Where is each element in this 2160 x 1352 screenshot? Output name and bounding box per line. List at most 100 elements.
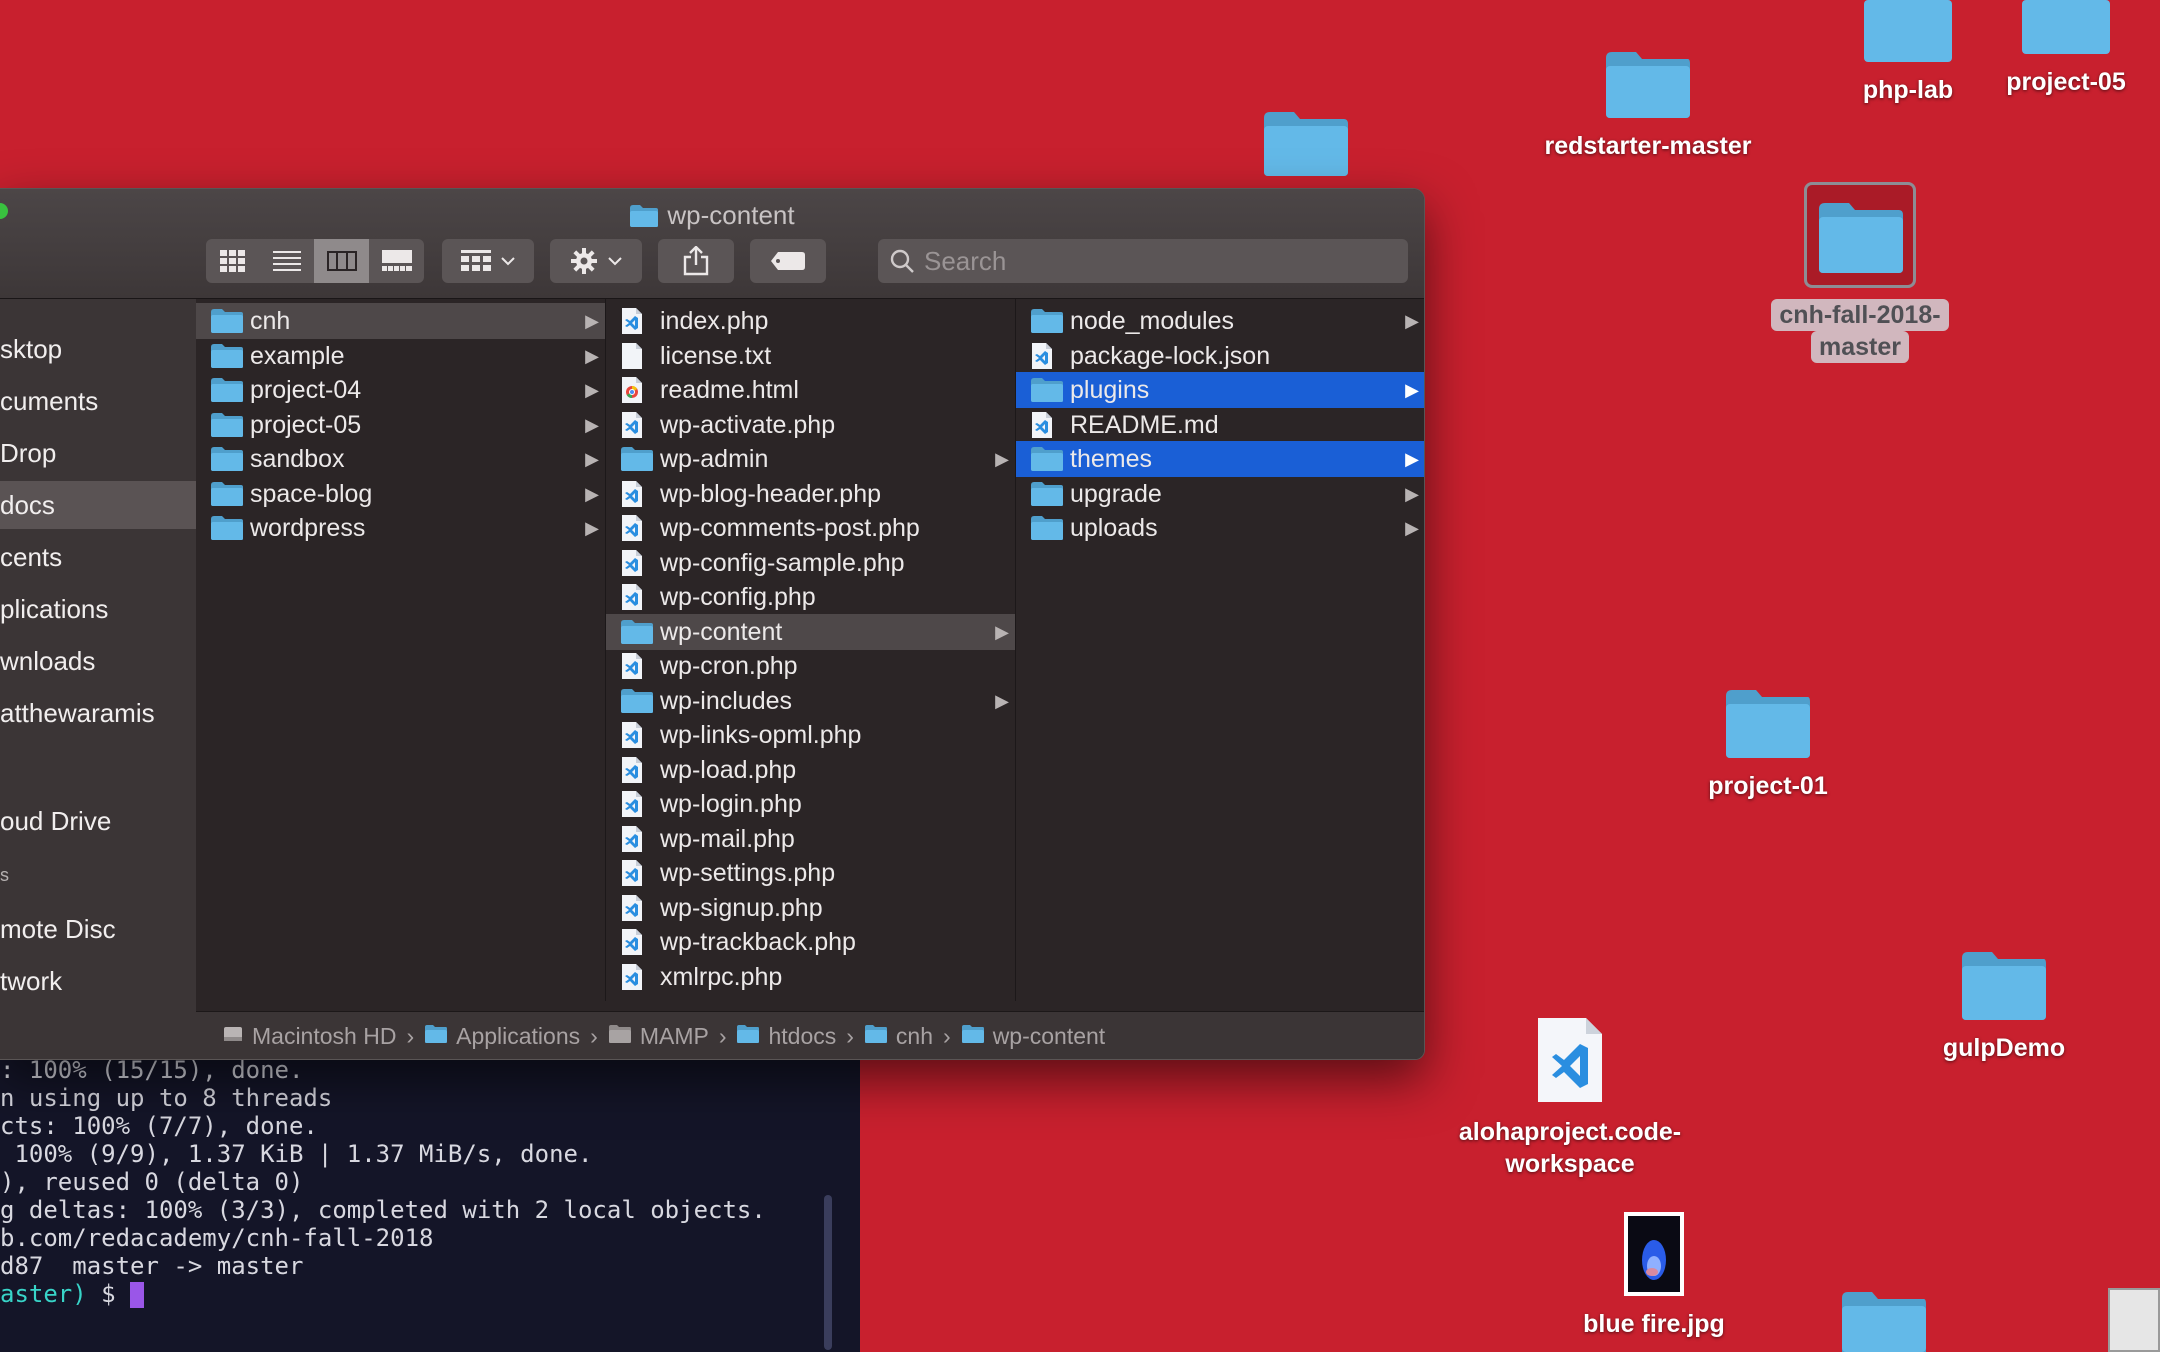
sidebar-item-downloads[interactable]: wnloads (0, 637, 196, 685)
finder-window[interactable]: wp-content Search sktop cuments Drop doc… (0, 188, 1425, 1060)
sidebar-item-network[interactable]: twork (0, 957, 196, 1005)
path-crumb-macintosh-hd[interactable]: Macintosh HD (222, 1023, 396, 1051)
desktop-item-project-01[interactable]: project-01 (1638, 686, 1898, 802)
file-row-wp-config-sample-php[interactable]: wp-config-sample.php (606, 545, 1015, 581)
terminal-window[interactable]: : 100% (15/15), done. n using up to 8 th… (0, 1040, 860, 1352)
folder-row-wp-includes[interactable]: wp-includes ▶ (606, 683, 1015, 719)
folder-row-project-04[interactable]: project-04 ▶ (196, 372, 605, 408)
gallery-view-button[interactable] (369, 239, 424, 283)
path-crumb-applications[interactable]: Applications (424, 1023, 580, 1050)
desktop-item-project-05[interactable]: project-05 (1936, 0, 2160, 98)
desktop-item-gulpDemo[interactable]: gulpDemo (1874, 948, 2134, 1064)
vscode-file-icon (622, 480, 642, 507)
folder-row-plugins[interactable]: plugins ▶ (1016, 372, 1424, 408)
desktop-item-blue-fire-jpg[interactable]: blue fire.jpg (1524, 1210, 1784, 1340)
gallery-icon (381, 250, 412, 271)
sidebar-item-applications[interactable]: plications (0, 585, 196, 633)
folder-icon[interactable] (1838, 1288, 1930, 1352)
path-crumb-cnh[interactable]: cnh (864, 1023, 933, 1050)
action-button[interactable] (550, 239, 642, 283)
row-label: package-lock.json (1070, 341, 1271, 370)
crumb-label: wp-content (992, 1023, 1106, 1049)
tags-button[interactable] (750, 239, 826, 283)
row-label: wp-includes (660, 686, 793, 715)
list-icon (273, 251, 301, 271)
row-label: index.php (660, 307, 769, 335)
gear-icon (571, 248, 597, 274)
file-row-wp-links-opml-php[interactable]: wp-links-opml.php (606, 717, 1015, 753)
terminal-scrollbar[interactable] (824, 1195, 832, 1350)
sidebar: sktop cuments Drop docs cents plications… (0, 299, 196, 1059)
terminal-line: : 100% (15/15), done. (0, 1056, 304, 1084)
folder-row-example[interactable]: example ▶ (196, 338, 605, 374)
file-row-wp-blog-header-php[interactable]: wp-blog-header.php (606, 476, 1015, 512)
file-row-wp-signup-php[interactable]: wp-signup.php (606, 890, 1015, 926)
desktop-item-redstarter-master[interactable]: redstarter-master (1518, 48, 1778, 162)
file-row-readme-md[interactable]: README.md (1016, 407, 1424, 443)
file-row-readme-html[interactable]: readme.html (606, 372, 1015, 408)
sidebar-item-remote-disc[interactable]: mote Disc (0, 905, 196, 953)
disclosure-arrow-icon: ▶ (585, 414, 599, 435)
crumb-icon (222, 1023, 244, 1051)
sidebar-item-airdrop[interactable]: Drop (0, 429, 196, 477)
folder-row-project-05[interactable]: project-05 ▶ (196, 407, 605, 443)
title-bar[interactable]: wp-content (0, 189, 1424, 299)
search-field[interactable] (878, 239, 1408, 283)
folder-row-space-blog[interactable]: space-blog ▶ (196, 476, 605, 512)
folder-row-cnh[interactable]: cnh ▶ (196, 303, 605, 339)
row-label: wordpress (250, 514, 366, 542)
folder-icon[interactable] (1260, 106, 1350, 178)
path-crumb-mamp[interactable]: MAMP (608, 1023, 709, 1050)
file-row-wp-login-php[interactable]: wp-login.php (606, 786, 1015, 822)
folder-row-sandbox[interactable]: sandbox ▶ (196, 441, 605, 477)
file-row-xmlrpc-php[interactable]: xmlrpc.php (606, 959, 1015, 995)
disclosure-arrow-icon: ▶ (1405, 449, 1419, 469)
file-row-index-php[interactable]: index.php (606, 303, 1015, 339)
file-row-wp-mail-php[interactable]: wp-mail.php (606, 821, 1015, 857)
folder-icon (737, 1025, 760, 1043)
folder-row-upgrade[interactable]: upgrade ▶ (1016, 476, 1424, 512)
list-view-button[interactable] (260, 239, 314, 283)
row-label: wp-activate.php (660, 410, 836, 439)
folder-row-wp-admin[interactable]: wp-admin ▶ (606, 441, 1015, 477)
disclosure-arrow-icon: ▶ (585, 380, 599, 400)
chevron-right-icon: › (406, 1023, 415, 1049)
desktop-item-alohaproject-workspace[interactable]: alohaproject.code- workspace (1440, 1014, 1700, 1180)
file-row-package-lock-json[interactable]: package-lock.json (1016, 338, 1424, 374)
folder-row-themes[interactable]: themes ▶ (1016, 441, 1424, 477)
sidebar-item-desktop[interactable]: sktop (0, 325, 196, 373)
folder-row-wordpress[interactable]: wordpress ▶ (196, 510, 605, 546)
sidebar-item-documents[interactable]: cuments (0, 377, 196, 425)
prompt-symbol: $ (86, 1280, 131, 1308)
terminal-prompt[interactable]: aster) $ (0, 1280, 860, 1308)
file-row-wp-load-php[interactable]: wp-load.php (606, 752, 1015, 788)
path-crumb-htdocs[interactable]: htdocs (736, 1023, 836, 1050)
group-by-button[interactable] (442, 239, 534, 283)
desktop-item-cnh-fall-2018-master[interactable]: cnh-fall-2018- master (1730, 182, 1990, 363)
file-row-wp-trackback-php[interactable]: wp-trackback.php (606, 924, 1015, 960)
folder-icon (1031, 309, 1063, 333)
folder-icon (621, 619, 653, 644)
search-input[interactable] (924, 245, 1384, 277)
column-view-button[interactable] (314, 239, 369, 283)
desktop-partial-thumbnail[interactable] (2108, 1288, 2160, 1352)
sidebar-item-recents[interactable]: cents (0, 533, 196, 581)
vscode-file-icon (622, 825, 642, 852)
share-button[interactable] (658, 239, 734, 283)
sidebar-item-htdocs[interactable]: docs (0, 481, 196, 529)
file-row-wp-settings-php[interactable]: wp-settings.php (606, 855, 1015, 891)
file-row-wp-config-php[interactable]: wp-config.php (606, 579, 1015, 615)
folder-row-node-modules[interactable]: node_modules ▶ (1016, 303, 1424, 339)
file-row-license-txt[interactable]: license.txt (606, 338, 1015, 374)
file-row-wp-cron-php[interactable]: wp-cron.php (606, 648, 1015, 684)
folder-row-uploads[interactable]: uploads ▶ (1016, 510, 1424, 546)
sidebar-item-icloud-drive[interactable]: oud Drive (0, 797, 196, 845)
file-row-wp-activate-php[interactable]: wp-activate.php (606, 407, 1015, 443)
share-icon (683, 246, 709, 276)
path-crumb-wp-content[interactable]: wp-content (961, 1023, 1106, 1050)
icon-view-button[interactable] (206, 239, 260, 283)
crumb-icon (736, 1023, 760, 1050)
folder-row-wp-content[interactable]: wp-content ▶ (606, 613, 1015, 650)
file-row-wp-comments-post-php[interactable]: wp-comments-post.php (606, 510, 1015, 546)
sidebar-item-home[interactable]: atthewaramis (0, 689, 196, 737)
